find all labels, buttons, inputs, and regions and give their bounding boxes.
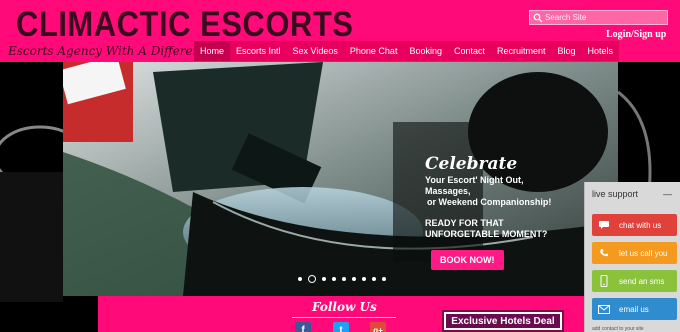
site-logo[interactable]: CLIMACTIC ESCORTS [16, 4, 353, 45]
slider-dot[interactable] [372, 277, 376, 281]
slider-dot-active[interactable] [308, 275, 316, 283]
nav-item-recruitment[interactable]: Recruitment [491, 41, 552, 61]
slider-dot[interactable] [332, 277, 336, 281]
follow-us-title: Follow Us [312, 300, 377, 314]
call-me-button[interactable]: let us call you [592, 242, 677, 264]
slider-dot[interactable] [342, 277, 346, 281]
promo-heading: Celebrate [425, 154, 518, 174]
promo-line-3: or Weekend Companionship! [427, 197, 552, 207]
email-us-button[interactable]: email us [592, 298, 677, 320]
send-sms-button[interactable]: send an sms [592, 270, 677, 292]
hotels-deal-label: Exclusive Hotels Deal [446, 314, 560, 328]
promo-text: Celebrate Your Escort' Night Out, Massag… [425, 154, 551, 270]
slider-dot[interactable] [382, 277, 386, 281]
book-now-button[interactable]: BOOK NOW! [431, 250, 504, 270]
nav-item-hotels[interactable]: Hotels [582, 41, 620, 61]
mobile-icon [597, 274, 611, 288]
slider-dot[interactable] [298, 277, 302, 281]
promo-ready: READY FOR THAT UNFORGETABLE MOMENT? [425, 218, 551, 240]
live-support-widget: live support — chat with us let us call … [584, 182, 680, 332]
google-plus-icon[interactable]: g+ [370, 322, 386, 332]
search-box[interactable] [529, 10, 668, 25]
exclusive-hotels-deal-banner[interactable]: Exclusive Hotels Deal [442, 310, 564, 332]
left-background-art [0, 62, 87, 302]
live-support-header[interactable]: live support — [585, 182, 680, 206]
slider-dots [298, 275, 386, 283]
chat-with-us-button[interactable]: chat with us [592, 214, 677, 236]
search-icon [533, 13, 543, 22]
promo-line-2: Massages, [425, 186, 471, 196]
promo-line-1: Your Escort' Night Out, [425, 175, 524, 185]
slider-dot[interactable] [352, 277, 356, 281]
search-input[interactable] [545, 13, 665, 22]
live-support-title: live support [592, 189, 639, 199]
email-icon [597, 302, 611, 316]
nav-item-contact[interactable]: Contact [448, 41, 491, 61]
facebook-icon[interactable]: f [295, 322, 311, 332]
nav-item-home[interactable]: Home [194, 41, 231, 61]
promo-ready-2: UNFORGETABLE MOMENT? [425, 229, 548, 239]
login-signup-link[interactable]: Login/Sign up [606, 29, 666, 40]
live-support-footer[interactable]: add contact to your site [592, 326, 644, 332]
site-tagline: Escorts Agency With A Difference [8, 44, 215, 58]
follow-divider [292, 317, 396, 318]
left-bucket-art [0, 125, 87, 302]
email-us-label: email us [619, 304, 649, 314]
nav-item-phone-chat[interactable]: Phone Chat [344, 41, 404, 61]
twitter-icon[interactable]: t [333, 322, 349, 332]
minimize-icon[interactable]: — [663, 189, 672, 199]
phone-icon [597, 246, 611, 260]
chat-with-us-label: chat with us [619, 220, 662, 230]
slider-dot[interactable] [362, 277, 366, 281]
hero-slider[interactable]: Celebrate Your Escort' Night Out, Massag… [63, 62, 618, 296]
main-nav: Home Escorts Intl Sex Videos Phone Chat … [194, 41, 620, 61]
nav-item-booking[interactable]: Booking [403, 41, 448, 61]
call-me-label: let us call you [619, 248, 668, 258]
nav-item-sex-videos[interactable]: Sex Videos [287, 41, 344, 61]
promo-ready-1: READY FOR THAT [425, 218, 504, 228]
send-sms-label: send an sms [619, 276, 665, 286]
chat-icon [597, 218, 611, 232]
slider-dot[interactable] [322, 277, 326, 281]
promo-lines: Your Escort' Night Out, Massages, or Wee… [425, 175, 551, 208]
nav-item-blog[interactable]: Blog [552, 41, 582, 61]
nav-item-escorts-intl[interactable]: Escorts Intl [230, 41, 287, 61]
